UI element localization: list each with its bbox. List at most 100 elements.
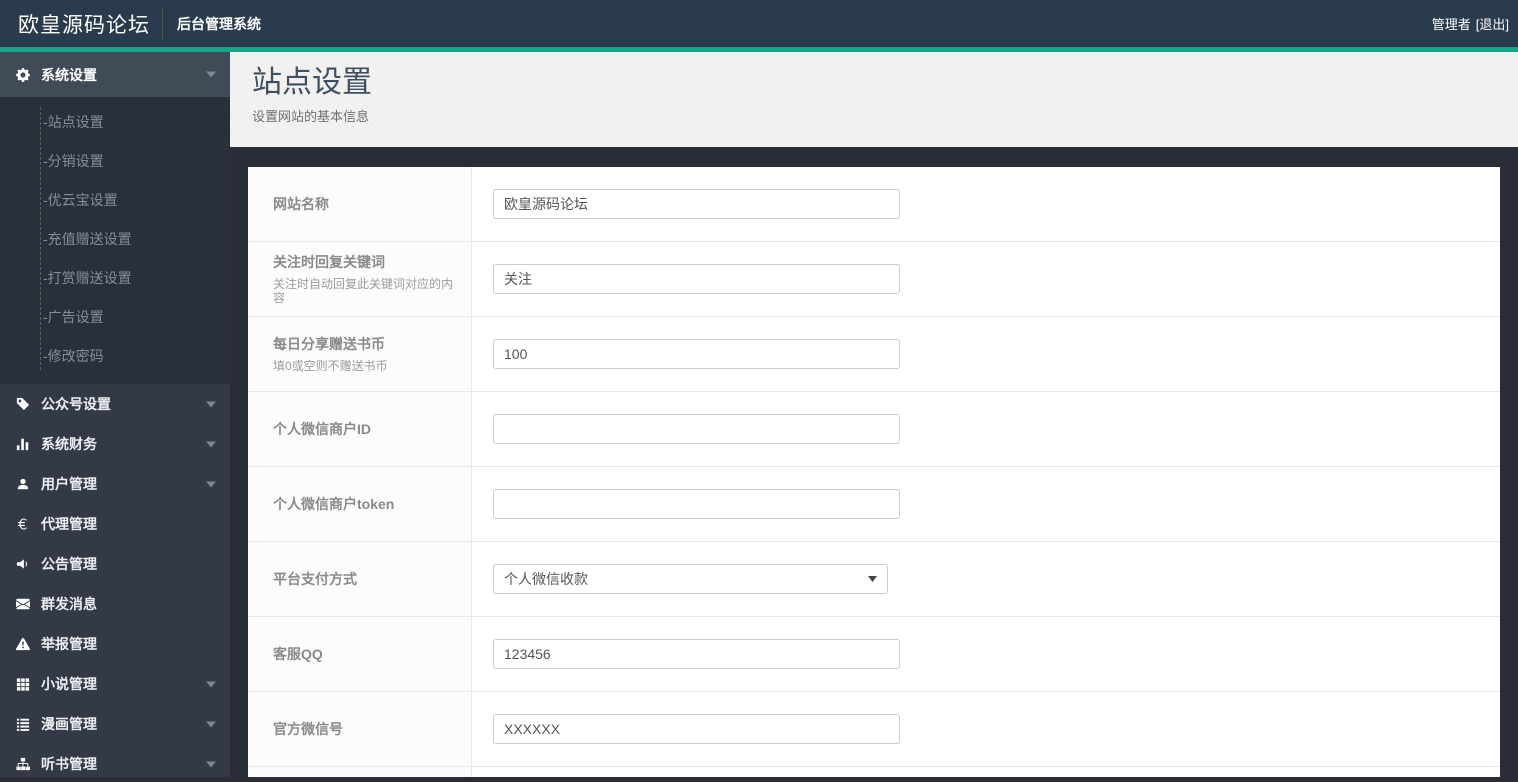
form-row-label-cell: 个人微信商户token	[248, 467, 472, 541]
form-row-label-cell: 官方微信号	[248, 692, 472, 766]
field-label: 每日分享赠送书币	[273, 335, 385, 352]
chevron-down-icon	[206, 681, 216, 688]
chevron-down-icon	[206, 721, 216, 728]
bar-chart-icon	[15, 436, 31, 452]
brand-logo[interactable]: 欧皇源码论坛	[0, 9, 150, 39]
field-input-2[interactable]	[493, 339, 900, 369]
form-row-input-cell: 个人微信收款	[472, 542, 1500, 616]
sidebar-item-label: 公告管理	[41, 556, 97, 572]
sidebar-item-system-settings[interactable]: 系统设置	[0, 52, 230, 97]
form-row-label-cell: 个人微信商户ID	[248, 392, 472, 466]
form-row: 客服QQ	[248, 617, 1500, 692]
chevron-down-icon	[206, 481, 216, 488]
field-input-3[interactable]	[493, 414, 900, 444]
select-value: 个人微信收款	[504, 571, 588, 587]
payment-method-select[interactable]: 个人微信收款	[493, 564, 888, 594]
main-area: 站点设置 设置网站的基本信息 网站名称 关注时回复关键词 关注时自动回复此关键词…	[230, 52, 1518, 777]
sidebar-subitem-1[interactable]: -分销设置	[0, 142, 230, 181]
field-label: 个人微信商户token	[273, 495, 395, 512]
field-description: 关注时自动回复此关键词对应的内容	[273, 276, 454, 305]
sidebar-item-label: 公众号设置	[41, 396, 111, 412]
form-row-label-cell: 关注时回复关键词 关注时自动回复此关键词对应的内容	[248, 242, 472, 316]
sidebar-item-6[interactable]: 举报管理	[0, 624, 230, 664]
form-row: 平台支付方式 个人微信收款	[248, 542, 1500, 617]
sidebar-item-7[interactable]: 小说管理	[0, 664, 230, 704]
sidebar-item-9[interactable]: 听书管理	[0, 744, 230, 777]
form-row-label-cell: 客服QQ	[248, 617, 472, 691]
sidebar-item-label: 用户管理	[41, 476, 97, 492]
field-input-7[interactable]	[493, 714, 900, 744]
sidebar-menu-list: 公众号设置 系统财务 用户管理 代理管理 公告管理 群发消息 举报管理 小说管理…	[0, 384, 230, 777]
sidebar-group-label: 系统设置	[41, 66, 97, 83]
envelope-icon	[15, 596, 31, 612]
form-row-label-cell: 每日分享赠送书币 填0或空则不赠送书币	[248, 317, 472, 391]
euro-icon	[15, 516, 31, 532]
sidebar-item-label: 群发消息	[41, 596, 97, 612]
chevron-down-icon	[206, 401, 216, 408]
sidebar-item-label: 举报管理	[41, 636, 97, 652]
form-row-input-cell	[472, 767, 1500, 777]
field-input-4[interactable]	[493, 489, 900, 519]
form-row-input-cell	[472, 167, 1500, 241]
sidebar-submenu: -站点设置 -分销设置 -优云宝设置 -充值赠送设置 -打赏赠送设置 -广告设置 -修改密码	[0, 97, 230, 384]
sidebar-item-0[interactable]: 公众号设置	[0, 384, 230, 424]
sidebar-item-label: 小说管理	[41, 676, 97, 692]
form-row: 官方微信号	[248, 692, 1500, 767]
sidebar-subitem-0[interactable]: -站点设置	[0, 103, 230, 142]
sidebar-subitem-5[interactable]: -广告设置	[0, 298, 230, 337]
form-row: 个人微信商户ID	[248, 392, 1500, 467]
sidebar-item-3[interactable]: 代理管理	[0, 504, 230, 544]
field-label: 关注时回复关键词	[273, 253, 385, 270]
sidebar-item-4[interactable]: 公告管理	[0, 544, 230, 584]
sidebar-subitem-3[interactable]: -充值赠送设置	[0, 220, 230, 259]
field-label: 网站名称	[273, 195, 329, 212]
chevron-down-icon	[206, 441, 216, 448]
sidebar-item-label: 漫画管理	[41, 716, 97, 732]
field-label: 平台支付方式	[273, 570, 357, 587]
sidebar-item-8[interactable]: 漫画管理	[0, 704, 230, 744]
chevron-down-icon	[206, 761, 216, 768]
logout-link[interactable]: [退出]	[1476, 14, 1509, 33]
form-row-input-cell	[472, 392, 1500, 466]
sidebar-subitem-6[interactable]: -修改密码	[0, 337, 230, 376]
tag-icon	[15, 396, 31, 412]
app-title: 后台管理系统	[177, 15, 261, 32]
field-label: 官方微信号	[273, 720, 343, 737]
settings-form-panel: 网站名称 关注时回复关键词 关注时自动回复此关键词对应的内容 每日分享赠送书币 …	[248, 167, 1500, 777]
list-icon	[15, 716, 31, 732]
grid-icon	[15, 676, 31, 692]
form-row: 网站名称	[248, 167, 1500, 242]
sidebar-item-2[interactable]: 用户管理	[0, 464, 230, 504]
form-row-input-cell	[472, 692, 1500, 766]
field-input-1[interactable]	[493, 264, 900, 294]
field-description: 填0或空则不赠送书币	[273, 358, 388, 373]
field-label: 个人微信商户ID	[273, 420, 371, 437]
user-icon	[15, 476, 31, 492]
field-label: 客服QQ	[273, 645, 323, 662]
brand-separator	[162, 7, 163, 40]
sidebar-item-1[interactable]: 系统财务	[0, 424, 230, 464]
sidebar-item-label: 代理管理	[41, 516, 97, 532]
form-row-label-cell	[248, 767, 472, 777]
warning-icon	[15, 636, 31, 652]
form-row: 个人微信商户token	[248, 467, 1500, 542]
field-input-0[interactable]	[493, 189, 900, 219]
form-row-input-cell	[472, 467, 1500, 541]
form-row-label-cell: 平台支付方式	[248, 542, 472, 616]
sidebar-subitem-2[interactable]: -优云宝设置	[0, 181, 230, 220]
topbar-user-area: 管理者 [退出]	[1432, 14, 1518, 33]
sitemap-icon	[15, 756, 31, 772]
sidebar-item-5[interactable]: 群发消息	[0, 584, 230, 624]
caret-down-icon	[868, 576, 877, 582]
page-subtitle: 设置网站的基本信息	[252, 109, 370, 124]
form-row: 关注时回复关键词 关注时自动回复此关键词对应的内容	[248, 242, 1500, 317]
sidebar-subitem-4[interactable]: -打赏赠送设置	[0, 259, 230, 298]
form-row	[248, 767, 1500, 777]
sidebar-nav: 系统设置 -站点设置 -分销设置 -优云宝设置 -充值赠送设置 -打赏赠送设置 -广告设置…	[0, 52, 230, 777]
form-row-label-cell: 网站名称	[248, 167, 472, 241]
form-row-input-cell	[472, 317, 1500, 391]
form-row-input-cell	[472, 242, 1500, 316]
field-input-6[interactable]	[493, 639, 900, 669]
gear-icon	[15, 67, 31, 83]
sidebar-item-label: 听书管理	[41, 756, 97, 772]
